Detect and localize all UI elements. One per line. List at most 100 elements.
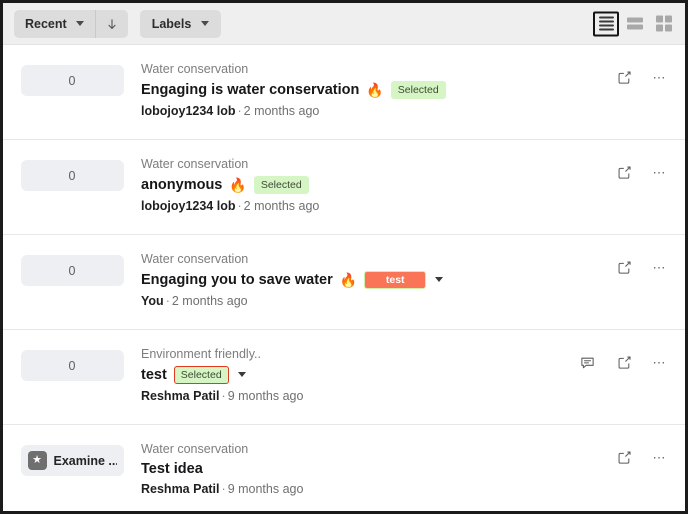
vote-count-pill[interactable]: 0 bbox=[20, 65, 124, 96]
table-row[interactable]: 0 Environment friendly.. test Selected R… bbox=[3, 330, 685, 425]
row-left: 0 bbox=[3, 346, 141, 381]
labels-dropdown[interactable]: Labels bbox=[139, 9, 222, 38]
row-main: Water conservation Engaging is water con… bbox=[141, 61, 616, 118]
sort-direction-button[interactable] bbox=[96, 10, 128, 38]
status-badge[interactable]: Selected bbox=[253, 175, 309, 195]
table-row[interactable]: ★ Examine ... Water conservation Test id… bbox=[3, 425, 686, 511]
category-label: Water conservation bbox=[141, 442, 249, 456]
more-options-button[interactable]: ⋯ bbox=[653, 356, 668, 369]
row-main: Water conservation Engaging you to save … bbox=[141, 251, 616, 308]
vote-count: 0 bbox=[68, 358, 76, 373]
idea-title[interactable]: Engaging is water conservation bbox=[141, 82, 359, 98]
row-main: Water conservation anonymous 🔥 Selected … bbox=[141, 156, 616, 213]
category-label: Water conservation bbox=[141, 157, 249, 171]
share-button[interactable] bbox=[616, 354, 633, 371]
sort-dropdown[interactable]: Recent bbox=[14, 10, 95, 38]
title-line: test Selected bbox=[141, 365, 569, 385]
title-line: Test idea bbox=[141, 461, 606, 477]
grid-view-icon bbox=[655, 15, 673, 32]
row-main: Water conservation Test idea Reshma Pati… bbox=[141, 441, 616, 496]
table-row[interactable]: 0 Water conservation Engaging is water c… bbox=[3, 45, 685, 140]
screenshot-frame: Recent Labels 0 Water conservation Engag… bbox=[0, 0, 688, 514]
share-icon bbox=[618, 451, 631, 464]
fire-icon: 🔥 bbox=[366, 81, 384, 98]
idea-title[interactable]: Engaging you to save water bbox=[141, 272, 333, 288]
chevron-down-icon bbox=[201, 21, 210, 26]
meta-separator: · bbox=[221, 389, 226, 404]
timestamp: 9 months ago bbox=[227, 389, 304, 404]
row-left: ★ Examine ... bbox=[3, 441, 141, 476]
view-mode-grid-button[interactable] bbox=[651, 11, 677, 36]
author-name: Reshma Patil bbox=[141, 481, 220, 496]
row-meta: lobojoy1234 lob · 2 months ago bbox=[141, 199, 606, 213]
idea-title[interactable]: anonymous bbox=[141, 177, 222, 193]
share-button[interactable] bbox=[616, 164, 633, 181]
vote-count: 0 bbox=[68, 73, 76, 88]
author-name: lobojoy1234 lob bbox=[141, 199, 236, 214]
more-options-button[interactable]: ⋯ bbox=[653, 166, 668, 179]
arrow-down-icon bbox=[107, 18, 116, 29]
meta-separator: · bbox=[221, 481, 226, 496]
share-icon bbox=[618, 356, 631, 369]
label-dropdown-chevron-icon[interactable] bbox=[237, 372, 246, 378]
vote-count-pill[interactable]: 0 bbox=[20, 160, 124, 191]
idea-title[interactable]: Test idea bbox=[141, 461, 203, 477]
row-left: 0 bbox=[3, 61, 141, 96]
row-meta: You · 2 months ago bbox=[141, 294, 606, 308]
author-name: You bbox=[141, 294, 164, 309]
label-dropdown-chevron-icon[interactable] bbox=[435, 277, 444, 283]
more-options-button[interactable]: ⋯ bbox=[653, 71, 668, 84]
title-line: Engaging you to save water 🔥 test bbox=[141, 270, 606, 290]
view-mode-card-button[interactable] bbox=[622, 11, 648, 36]
status-pill-label: Examine ... bbox=[53, 453, 117, 468]
toolbar: Recent Labels bbox=[3, 3, 685, 45]
fire-icon: 🔥 bbox=[339, 271, 358, 288]
share-icon bbox=[618, 71, 631, 84]
status-pill[interactable]: ★ Examine ... bbox=[20, 445, 124, 476]
category-label: Environment friendly.. bbox=[141, 347, 261, 361]
chevron-down-icon bbox=[75, 21, 84, 26]
share-button[interactable] bbox=[616, 449, 633, 466]
table-row[interactable]: 0 Water conservation anonymous 🔥 Selecte… bbox=[3, 140, 685, 235]
meta-separator: · bbox=[165, 294, 170, 309]
table-row[interactable]: 0 Water conservation Engaging you to sav… bbox=[3, 235, 685, 330]
timestamp: 2 months ago bbox=[243, 199, 320, 214]
row-meta: lobojoy1234 lob · 2 months ago bbox=[141, 104, 606, 118]
author-name: Reshma Patil bbox=[141, 389, 220, 404]
timestamp: 2 months ago bbox=[243, 104, 320, 119]
share-button[interactable] bbox=[616, 259, 633, 276]
row-actions: ⋯ bbox=[616, 441, 686, 466]
list-view-icon bbox=[598, 16, 614, 19]
share-button[interactable] bbox=[616, 69, 633, 86]
title-line: Engaging is water conservation 🔥 Selecte… bbox=[141, 80, 606, 100]
meta-separator: · bbox=[237, 199, 242, 214]
vote-count-pill[interactable]: 0 bbox=[20, 350, 124, 381]
vote-count: 0 bbox=[68, 263, 76, 278]
view-mode-list-button[interactable] bbox=[593, 11, 619, 36]
idea-list: 0 Water conservation Engaging is water c… bbox=[3, 45, 686, 511]
meta-separator: · bbox=[237, 104, 242, 119]
vote-count: 0 bbox=[68, 168, 76, 183]
status-badge[interactable]: Selected bbox=[390, 80, 446, 100]
labels-label: Labels bbox=[151, 16, 192, 31]
more-options-button[interactable]: ⋯ bbox=[653, 261, 668, 274]
category-label: Water conservation bbox=[141, 62, 249, 76]
row-main: Environment friendly.. test Selected Res… bbox=[141, 346, 579, 403]
view-mode-switcher bbox=[593, 11, 677, 36]
more-options-button[interactable]: ⋯ bbox=[653, 451, 668, 464]
timestamp: 9 months ago bbox=[227, 481, 304, 496]
vote-count-pill[interactable]: 0 bbox=[20, 255, 124, 286]
fire-icon: 🔥 bbox=[229, 176, 247, 193]
timestamp: 2 months ago bbox=[171, 294, 248, 309]
star-icon: ★ bbox=[27, 451, 47, 470]
row-actions: ⋯ bbox=[616, 251, 686, 276]
share-icon bbox=[618, 166, 631, 179]
label-badge[interactable]: test bbox=[364, 270, 427, 290]
sort-control: Recent bbox=[14, 9, 128, 38]
idea-title[interactable]: test bbox=[141, 367, 167, 383]
title-line: anonymous 🔥 Selected bbox=[141, 175, 606, 195]
category-label: Water conservation bbox=[141, 252, 249, 266]
status-badge[interactable]: Selected bbox=[173, 365, 229, 385]
card-view-icon bbox=[627, 17, 643, 23]
comment-button[interactable] bbox=[579, 354, 596, 371]
